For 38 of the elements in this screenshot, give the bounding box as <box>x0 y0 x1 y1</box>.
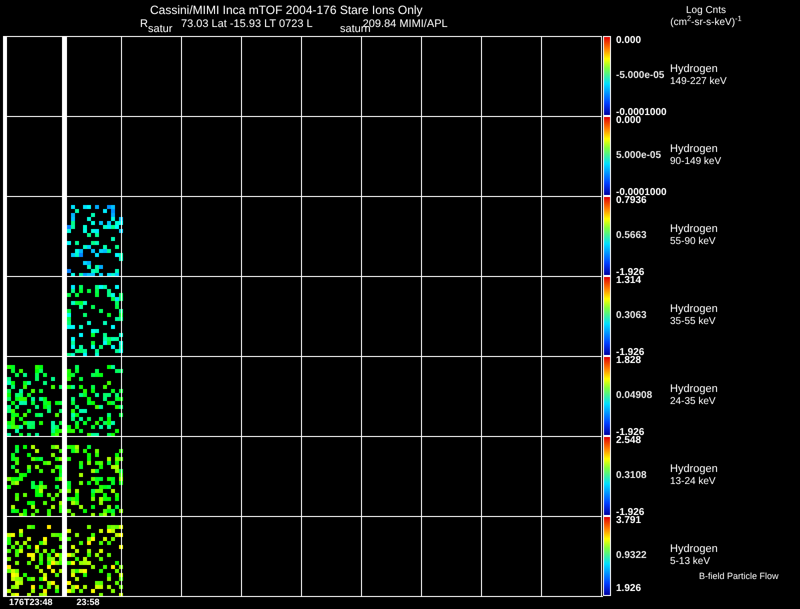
species-label: Hydrogen <box>670 463 718 475</box>
scale-max-label: 3.791 <box>616 516 642 526</box>
species-label: Hydrogen <box>670 303 718 315</box>
scale-mid-label: 0.04908 <box>616 391 652 401</box>
scale-mid-label: 0.5663 <box>616 231 647 241</box>
chart-title: Cassini/MIMI Inca mTOF 2004-176 Stare Ions Only <box>150 3 423 17</box>
species-label: Hydrogen <box>670 143 718 155</box>
scale-min-label: 1.926 <box>616 584 642 594</box>
scale-mid-label: 5.000e-05 <box>616 151 662 161</box>
footnote: B-field Particle Flow <box>699 571 779 581</box>
energy-label: 149-227 keV <box>670 76 727 88</box>
species-label: Hydrogen <box>670 223 718 235</box>
scale-mid-label: 0.3108 <box>616 471 647 481</box>
scale-max-label: 0.7936 <box>616 196 647 206</box>
time-axis-label: 176T23:48 <box>9 597 53 607</box>
units-label: (cm$^{2}$-sr-s-keV)$^{-1}$ <box>670 17 742 29</box>
scale-max-label: 0.000 <box>616 36 642 46</box>
energy-label: 35-55 keV <box>670 316 716 328</box>
energy-label: 55-90 keV <box>670 236 716 248</box>
scale-max-label: 2.548 <box>616 436 642 446</box>
units-title: Log Cnts <box>686 5 726 16</box>
scale-max-label: 1.828 <box>616 356 642 366</box>
species-label: Hydrogen <box>670 383 718 395</box>
orbit-values: 73.03 Lat -15.93 LT 0723 L <box>180 17 313 31</box>
scale-max-label: 0.000 <box>616 116 642 126</box>
scale-mid-label: 0.9322 <box>616 551 647 561</box>
energy-label: 13-24 keV <box>670 476 716 488</box>
energy-label: 24-35 keV <box>670 396 716 408</box>
scale-max-label: 1.314 <box>616 276 642 286</box>
energy-label: 5-13 keV <box>670 556 710 568</box>
overlay-label: satur <box>148 24 172 35</box>
scale-mid-label: 0.3063 <box>616 311 647 321</box>
time-axis-label: 23:58 <box>76 597 100 607</box>
species-label: Hydrogen <box>670 63 718 75</box>
species-label: Hydrogen <box>670 543 718 555</box>
energy-label: 90-149 keV <box>670 156 722 168</box>
scale-mid-label: -5.000e-05 <box>616 71 664 81</box>
orbit-label: R <box>140 17 148 31</box>
